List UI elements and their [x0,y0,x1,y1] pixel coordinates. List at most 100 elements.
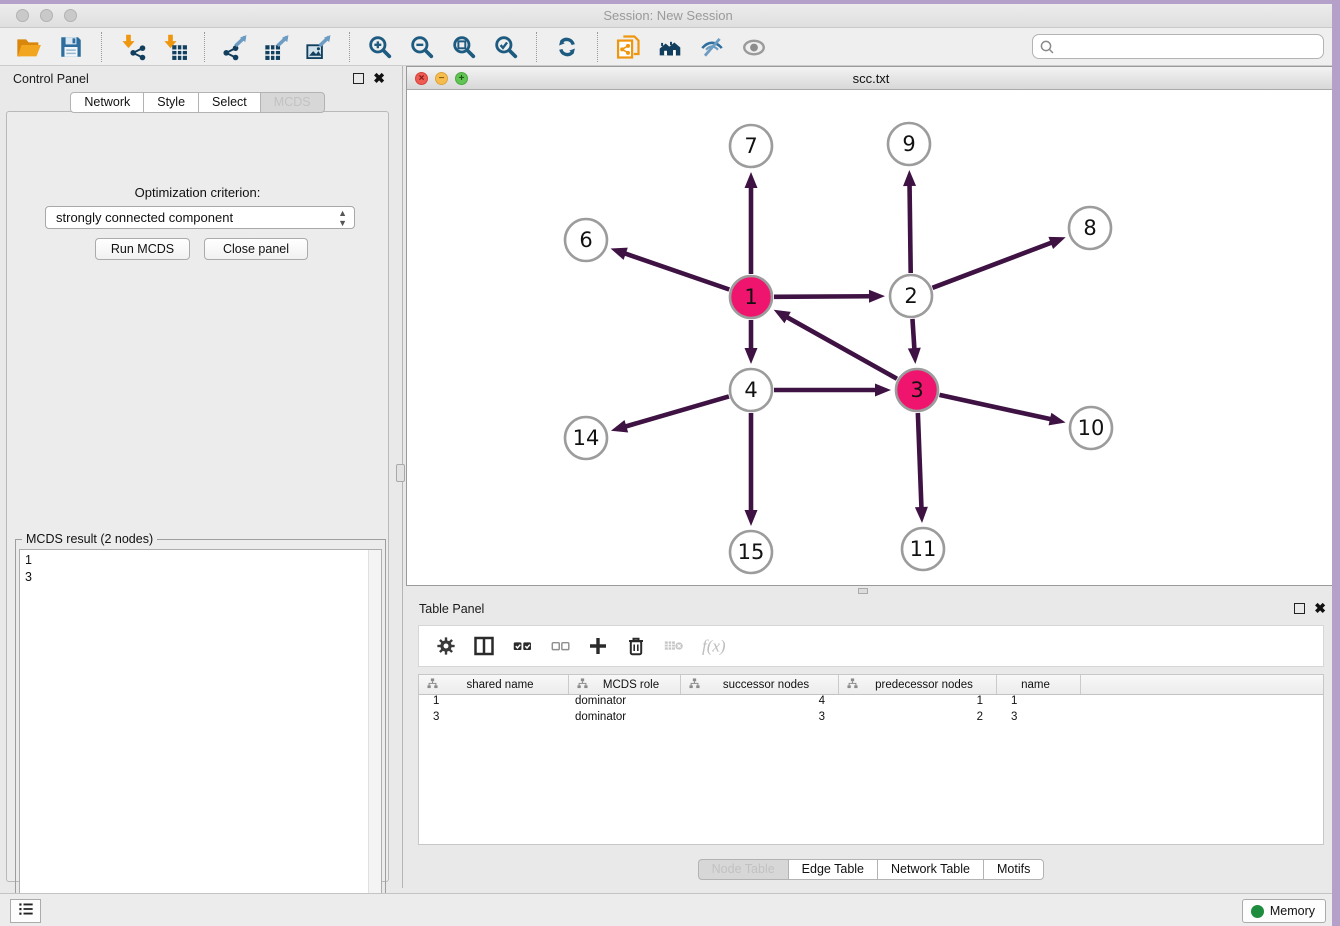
vertical-splitter-grip[interactable] [396,464,405,482]
graph-node-2[interactable]: 2 [890,275,932,317]
import-network-icon[interactable] [117,32,147,62]
zoom-fit-icon[interactable] [449,32,479,62]
graph-node-10[interactable]: 10 [1070,407,1112,449]
column-header-name[interactable]: name [997,675,1081,694]
control-tab-mcds[interactable]: MCDS [260,92,325,113]
import-table-icon[interactable] [159,32,189,62]
mcds-result-title: MCDS result (2 nodes) [22,532,157,546]
table-panel: Table Panel ✖ f(x) shared nameMCDS roles… [406,596,1336,888]
table-row[interactable]: 1dominator411 [419,695,1323,711]
graph-node-9[interactable]: 9 [888,123,930,165]
float-table-panel-icon[interactable] [1294,603,1305,614]
float-panel-icon[interactable] [353,73,364,84]
window-title: Session: New Session [0,4,1336,28]
graph-node-1[interactable]: 1 [730,276,772,318]
edge-3-1[interactable] [785,316,897,379]
edge-arrow-3-11 [915,507,928,523]
optimization-criterion-label: Optimization criterion: [7,185,388,200]
edge-2-9[interactable] [910,183,911,273]
desktop-edge [1332,4,1336,926]
column-header-successor-nodes[interactable]: successor nodes [681,675,839,694]
edge-4-14[interactable] [623,396,728,427]
show-hidden-icon[interactable] [739,32,769,62]
graph-node-15[interactable]: 15 [730,531,772,573]
result-scrollbar[interactable] [368,550,381,916]
graph-node-11[interactable]: 11 [902,528,944,570]
graph-node-4[interactable]: 4 [730,369,772,411]
close-panel-icon[interactable]: ✖ [373,71,385,86]
toolbar-separator [597,32,598,62]
edge-2-3[interactable] [912,319,914,351]
criterion-value: strongly connected component [56,210,233,225]
horizontal-splitter-grip[interactable] [858,588,868,594]
select-all-columns-icon[interactable] [508,632,536,660]
column-header-MCDS-role[interactable]: MCDS role [569,675,681,694]
edge-arrow-4-15 [745,510,758,526]
node-label: 2 [904,284,917,308]
table-row[interactable]: 3dominator323 [419,711,1323,727]
table-tab-edge-table[interactable]: Edge Table [788,859,878,880]
edge-1-2[interactable] [774,296,872,297]
delete-columns-icon[interactable] [622,632,650,660]
run-mcds-button[interactable]: Run MCDS [95,238,190,260]
table-panel-header: Table Panel ✖ [406,596,1336,622]
memory-label: Memory [1270,904,1315,918]
edge-arrow-2-3 [908,348,921,364]
network-minimize-icon[interactable]: − [435,72,448,85]
column-header-predecessor-nodes[interactable]: predecessor nodes [839,675,997,694]
edge-arrow-1-4 [745,348,758,364]
column-header-shared-name[interactable]: shared name [419,675,569,694]
control-tab-select[interactable]: Select [198,92,261,113]
export-network-icon[interactable] [220,32,250,62]
table-cell: 4 [681,695,839,711]
export-image-icon[interactable] [304,32,334,62]
copy-network-icon[interactable] [613,32,643,62]
edge-3-11[interactable] [918,413,922,510]
table-settings-icon[interactable] [432,632,460,660]
network-maximize-icon[interactable]: + [455,72,468,85]
table-tab-network-table[interactable]: Network Table [877,859,984,880]
close-table-panel-icon[interactable]: ✖ [1314,601,1326,616]
close-panel-button[interactable]: Close panel [204,238,308,260]
maximize-window-button[interactable] [64,9,77,22]
main-toolbar [0,28,1336,66]
criterion-dropdown[interactable]: strongly connected component ▲▼ [45,206,355,229]
table-tab-motifs[interactable]: Motifs [983,859,1044,880]
mcds-result-list[interactable]: 13 [19,549,382,917]
save-session-icon[interactable] [56,32,86,62]
network-close-icon[interactable]: × [415,72,428,85]
search-input[interactable] [1032,34,1324,59]
table-cell: 1 [997,695,1081,711]
minimize-window-button[interactable] [40,9,53,22]
status-bar: Memory [0,893,1336,926]
close-window-button[interactable] [16,9,29,22]
edge-2-8[interactable] [933,242,1054,288]
edge-1-6[interactable] [623,253,729,290]
open-session-icon[interactable] [14,32,44,62]
neighbors-home-icon[interactable] [655,32,685,62]
control-tab-network[interactable]: Network [70,92,144,113]
create-column-icon[interactable] [584,632,612,660]
unselect-all-columns-icon[interactable] [546,632,574,660]
table-cell: 2 [839,711,997,727]
graph-node-14[interactable]: 14 [565,417,607,459]
graph-node-3[interactable]: 3 [896,369,938,411]
refresh-layout-icon[interactable] [552,32,582,62]
export-table-icon[interactable] [262,32,292,62]
graph-node-6[interactable]: 6 [565,219,607,261]
zoom-selected-icon[interactable] [491,32,521,62]
zoom-out-icon[interactable] [407,32,437,62]
search-icon [1039,39,1055,60]
control-tab-style[interactable]: Style [143,92,199,113]
edge-3-10[interactable] [939,395,1052,420]
graph-node-8[interactable]: 8 [1069,207,1111,249]
toolbar-separator [204,32,205,62]
show-column-browser-icon[interactable] [470,632,498,660]
task-history-button[interactable] [10,899,41,923]
graph-node-7[interactable]: 7 [730,125,772,167]
network-canvas[interactable]: 7 9 6 8 1 2 4 3 14 10 15 11 [407,90,1335,585]
zoom-in-icon[interactable] [365,32,395,62]
hide-selected-icon[interactable] [697,32,727,62]
table-tab-node-table[interactable]: Node Table [698,859,789,880]
memory-button[interactable]: Memory [1242,899,1326,923]
